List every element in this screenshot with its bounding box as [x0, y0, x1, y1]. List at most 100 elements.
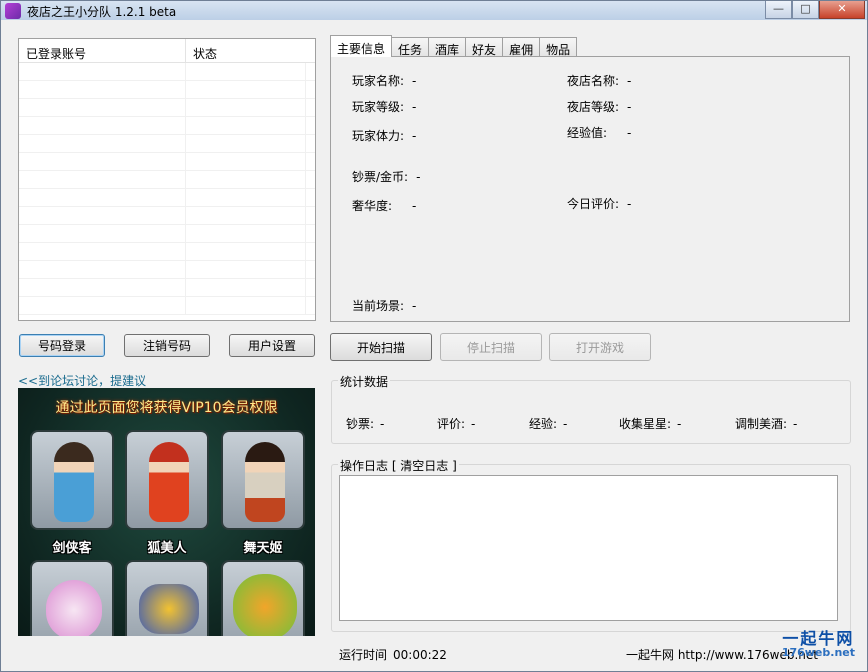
runtime-display: 运行时间 00:00:22: [339, 646, 447, 663]
watermark-line1: 一起牛网: [782, 629, 855, 648]
list-item: [19, 81, 315, 99]
stat-wine-label: 调制美酒:: [735, 417, 788, 431]
stat-money: 钞票: -: [346, 415, 384, 432]
player-name-field: 玩家名称: -: [352, 72, 416, 89]
club-name-value: -: [627, 74, 632, 88]
exp-label: 经验值:: [567, 126, 608, 140]
exp-value: -: [627, 126, 632, 140]
stat-exp-value: -: [563, 417, 568, 431]
luxury-value: -: [412, 199, 417, 213]
money-field: 钞票/金币: -: [352, 168, 420, 185]
player-stamina-value: -: [412, 129, 417, 143]
current-scene-label: 当前场景:: [352, 299, 405, 313]
logout-button[interactable]: 注销号码: [124, 334, 210, 357]
player-name-label: 玩家名称:: [352, 74, 405, 88]
open-game-button[interactable]: 打开游戏: [549, 333, 651, 361]
luxury-field: 奢华度: -: [352, 197, 416, 214]
account-list[interactable]: 已登录账号 状态: [18, 38, 316, 321]
money-label: 钞票/金币:: [352, 170, 409, 184]
tab-hire[interactable]: 雇佣: [502, 37, 541, 57]
character-figure-icon: [245, 442, 285, 522]
tab-main-info[interactable]: 主要信息: [330, 35, 393, 57]
close-button[interactable]: ✕: [819, 1, 865, 19]
ad-character-tile[interactable]: [30, 430, 114, 530]
column-header-status[interactable]: 状态: [186, 39, 306, 62]
tab-tasks[interactable]: 任务: [391, 37, 430, 57]
ad-pet-tile[interactable]: [30, 560, 114, 636]
ad-character-tile[interactable]: [221, 430, 305, 530]
stop-scan-button[interactable]: 停止扫描: [440, 333, 542, 361]
pet-figure-icon: [233, 574, 297, 636]
ad-pet-tile[interactable]: [221, 560, 305, 636]
player-stamina-label: 玩家体力:: [352, 129, 405, 143]
stat-money-value: -: [380, 417, 385, 431]
club-level-label: 夜店等级:: [567, 100, 620, 114]
stat-exp-label: 经验:: [529, 417, 558, 431]
main-info-panel: 玩家名称: - 玩家等级: - 玩家体力: - 钞票/金币: - 奢华度: - 夜店名称:…: [330, 56, 850, 322]
stat-stars: 收集星星: -: [619, 415, 681, 432]
list-item: [19, 189, 315, 207]
club-name-label: 夜店名称:: [567, 74, 620, 88]
column-header-account[interactable]: 已登录账号: [19, 39, 186, 62]
account-list-header: 已登录账号 状态: [19, 39, 315, 63]
current-scene-value: -: [412, 299, 417, 313]
maximize-button[interactable]: □: [792, 1, 819, 19]
site-watermark-logo: 一起牛网 176web.net: [781, 629, 855, 659]
forum-link[interactable]: <<到论坛讨论，提建议: [18, 372, 146, 389]
maximize-icon: □: [800, 2, 811, 15]
player-level-value: -: [412, 100, 417, 114]
exp-field: 经验值: -: [567, 124, 631, 141]
list-item: [19, 63, 315, 81]
watermark-line2: 176web.net: [781, 646, 855, 659]
player-level-label: 玩家等级:: [352, 100, 405, 114]
list-item: [19, 207, 315, 225]
player-stamina-field: 玩家体力: -: [352, 127, 416, 144]
player-name-value: -: [412, 74, 417, 88]
pet-figure-icon: [46, 580, 102, 636]
statistics-title: 统计数据: [338, 373, 391, 390]
list-item: [19, 225, 315, 243]
today-rating-field: 今日评价: -: [567, 195, 631, 212]
ad-character-tile[interactable]: [125, 430, 209, 530]
ad-banner-text: 通过此页面您将获得VIP10会员权限: [55, 400, 278, 416]
operation-log-textarea[interactable]: [339, 475, 838, 621]
list-item: [19, 297, 315, 315]
tab-wine-cellar[interactable]: 酒库: [428, 37, 467, 57]
main-tabs: 主要信息 任务 酒库 好友 雇佣 物品: [330, 35, 578, 57]
stat-stars-label: 收集星星:: [619, 417, 672, 431]
ad-pet-tile[interactable]: [125, 560, 209, 636]
money-value: -: [416, 170, 421, 184]
tab-items[interactable]: 物品: [539, 37, 578, 57]
operation-log-title[interactable]: 操作日志 [ 清空日志 ]: [338, 457, 459, 474]
account-list-rows: [19, 63, 315, 315]
list-item: [19, 135, 315, 153]
list-item: [19, 153, 315, 171]
tab-friends[interactable]: 好友: [465, 37, 504, 57]
list-item: [19, 171, 315, 189]
login-button[interactable]: 号码登录: [19, 334, 105, 357]
stat-rating: 评价: -: [437, 415, 475, 432]
ad-caption: 剑侠客: [52, 541, 92, 556]
character-figure-icon: [149, 442, 189, 522]
main-window: 夜店之王小分队 1.2.1 beta — □ ✕ 已登录账号 状态 号码登录 注…: [0, 0, 868, 672]
window-title: 夜店之王小分队 1.2.1 beta: [27, 5, 177, 19]
title-bar: 夜店之王小分队 1.2.1 beta — □ ✕: [1, 1, 867, 20]
close-icon: ✕: [837, 2, 847, 15]
list-item: [19, 243, 315, 261]
ad-caption: 舞天姬: [243, 541, 283, 556]
club-level-field: 夜店等级: -: [567, 98, 631, 115]
club-level-value: -: [627, 100, 632, 114]
start-scan-button[interactable]: 开始扫描: [330, 333, 432, 361]
user-settings-button[interactable]: 用户设置: [229, 334, 315, 357]
minimize-button[interactable]: —: [765, 1, 792, 19]
vip-ad-banner[interactable]: 通过此页面您将获得VIP10会员权限 剑侠客 狐美人 舞天姬: [18, 388, 315, 636]
runtime-label: 运行时间: [339, 648, 388, 662]
stat-money-label: 钞票:: [346, 417, 375, 431]
minimize-icon: —: [773, 2, 784, 15]
statistics-group: 统计数据 钞票: - 评价: - 经验: - 收集星星: - 调制美酒: -: [331, 373, 851, 444]
stat-stars-value: -: [677, 417, 682, 431]
runtime-value: 00:00:22: [393, 648, 447, 662]
window-controls: — □ ✕: [765, 1, 865, 19]
current-scene-field: 当前场景: -: [352, 297, 416, 314]
list-item: [19, 279, 315, 297]
